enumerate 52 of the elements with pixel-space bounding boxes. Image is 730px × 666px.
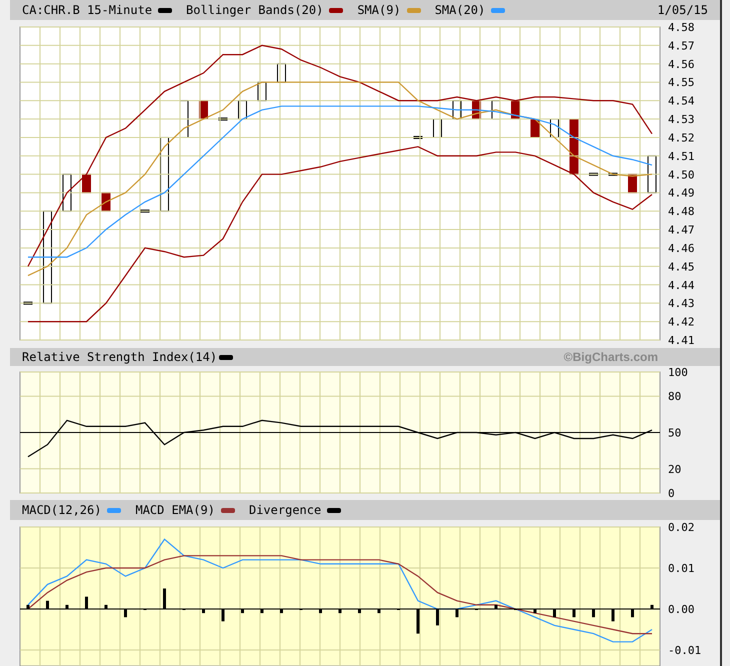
axis-tick-label: 4.42 (668, 316, 694, 329)
axis-tick-label: 4.50 (668, 168, 694, 182)
candlestick (530, 118, 540, 138)
bar (436, 609, 439, 626)
bar (85, 596, 88, 609)
bar (592, 609, 595, 618)
axis-tick-label: 0.01 (668, 562, 694, 575)
bar (612, 609, 614, 622)
legend-label: CA:CHR.B 15-Minute (22, 2, 152, 19)
axis-tick-label: 4.47 (668, 224, 694, 237)
axis-tick-label: 0.00 (668, 603, 694, 616)
chart-date: 1/05/15 (657, 2, 708, 19)
axis-tick-label: 4.57 (668, 39, 694, 52)
axis-tick-label: 4.55 (668, 76, 694, 90)
axis-tick-label: 4.45 (668, 260, 694, 274)
axis-tick-label: 4.56 (668, 58, 694, 71)
legend-label: Divergence (248, 502, 322, 519)
bar (46, 600, 49, 609)
axis-tick-label: 4.52 (668, 131, 694, 144)
axis-tick-label: -0.01 (668, 644, 702, 657)
legend-label: SMA(9) (357, 2, 401, 19)
bar (416, 609, 420, 634)
axis-tick-label: 50 (668, 426, 682, 440)
bar (456, 609, 458, 618)
axis-tick-label: 4.53 (668, 113, 694, 126)
axis-tick-label: 0.02 (668, 521, 694, 534)
axis-tick-label: 4.58 (668, 21, 694, 34)
axis-tick-label: 4.43 (668, 297, 694, 310)
bar (631, 609, 634, 618)
candlestick (570, 118, 578, 175)
axis-tick-label: 4.49 (668, 186, 694, 200)
axis-tick-label: 4.41 (668, 334, 694, 347)
legend-label: Relative Strength Index(14) (22, 349, 218, 366)
legend-label: MACD(12,26) (22, 502, 102, 519)
axis-tick-label: 4.46 (668, 242, 694, 255)
axis-tick-label: 4.44 (668, 278, 694, 292)
legend-label: Bollinger Bands(20) (186, 2, 324, 19)
bar (222, 609, 224, 622)
axis-tick-label: 20 (668, 462, 682, 476)
bar (553, 609, 556, 618)
axis-tick-label: 100 (668, 366, 688, 379)
axis-tick-label: 4.48 (668, 205, 694, 218)
axis-tick-label: 80 (668, 390, 682, 404)
axis-tick-label: 4.51 (668, 150, 694, 163)
legend-label: SMA(20) (434, 2, 486, 19)
bar (163, 588, 166, 609)
axis-tick-label: 0 (668, 487, 675, 500)
axis-tick-label: 4.54 (668, 94, 694, 108)
bar (124, 609, 127, 618)
bar (572, 609, 576, 618)
copyright-text: ©BigCharts.com (564, 349, 658, 366)
legend-label: MACD EMA(9) (135, 502, 215, 519)
